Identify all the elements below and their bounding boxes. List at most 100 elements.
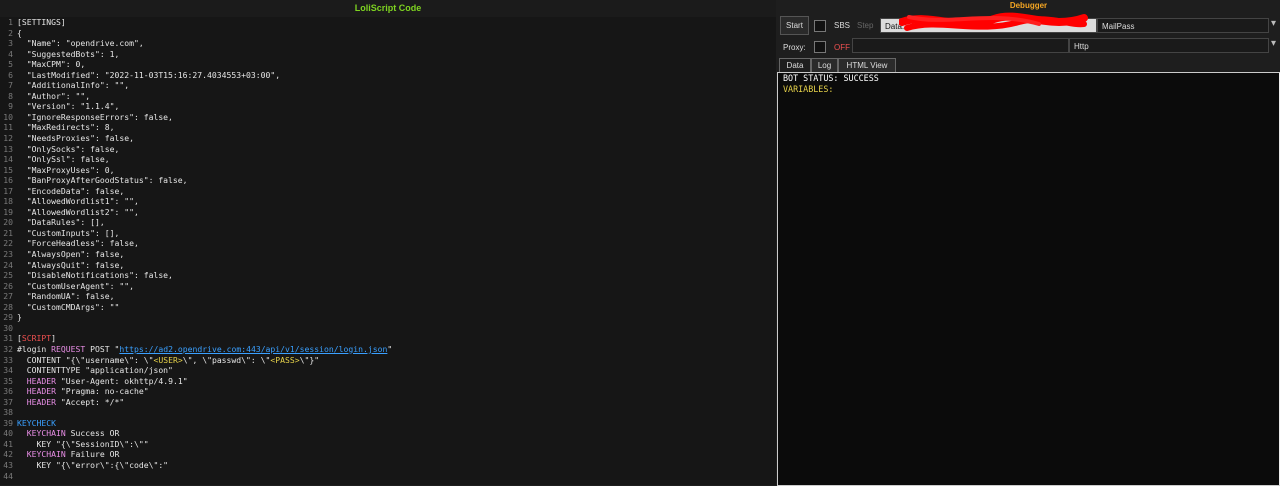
code-token: "MaxProxyUses": 0,	[17, 164, 115, 175]
code-token: "AlwaysOpen": false,	[17, 249, 125, 260]
line-number: 24	[3, 259, 13, 270]
line-number: 16	[3, 175, 13, 186]
code-line: 44	[0, 471, 776, 482]
proxy-type-select[interactable]: Http	[1069, 38, 1269, 53]
code-token: CONTENT "{\"username\": \"	[17, 354, 154, 365]
line-number: 22	[3, 238, 13, 249]
code-line: 28 "CustomCMDArgs": ""	[0, 302, 776, 313]
line-number: 44	[3, 470, 13, 481]
sbs-label: SBS	[834, 21, 851, 30]
code-line: 36 HEADER "Pragma: no-cache"	[0, 386, 776, 397]
code-line: 43 KEY "{\"error\":{\"code\":"	[0, 460, 776, 471]
line-number: 39	[3, 417, 13, 428]
wordlist-type-select[interactable]: MailPass	[1097, 18, 1269, 33]
code-line: 34 CONTENTTYPE "application/json"	[0, 365, 776, 376]
tab-data[interactable]: Data	[779, 58, 811, 72]
line-number: 1	[8, 17, 13, 27]
line-number: 27	[3, 291, 13, 302]
debugger-output[interactable]: BOT STATUS: SUCCESS VARIABLES:	[777, 72, 1280, 486]
code-line: 32 #login REQUEST POST "https://ad2.opend…	[0, 344, 776, 355]
line-number: 42	[3, 449, 13, 460]
code-token: "Accept: */*"	[56, 396, 125, 407]
code-token: KEY "{\"SessionID\":\""	[17, 438, 149, 449]
code-token: "CustomUserAgent": "",	[17, 280, 134, 291]
code-line: 16 "BanProxyAfterGoodStatus": false,	[0, 175, 776, 186]
proxy-type-chevron-icon[interactable]: ▾	[1271, 38, 1276, 49]
proxy-checkbox[interactable]	[814, 41, 826, 53]
code-line: 6 "LastModified": "2022-11-03T15:16:27.4…	[0, 70, 776, 81]
code-token: "EncodeData": false,	[17, 185, 125, 196]
line-number: 2	[8, 27, 13, 38]
code-token: "RandomUA": false,	[17, 291, 115, 302]
line-number: 41	[3, 438, 13, 449]
code-token: "DisableNotifications": false,	[17, 270, 173, 281]
code-token: "SuggestedBots": 1,	[17, 48, 120, 59]
code-token: "MaxRedirects": 8,	[17, 122, 115, 133]
proxy-label: Proxy:	[783, 43, 806, 52]
proxy-input[interactable]	[852, 38, 1069, 53]
code-line: 27 "RandomUA": false,	[0, 291, 776, 302]
line-number: 35	[3, 375, 13, 386]
code-token: "Pragma: no-cache"	[56, 386, 149, 397]
line-number: 21	[3, 227, 13, 238]
code-token[interactable]: https://ad2.opendrive.com:443/api/v1/ses…	[119, 344, 387, 354]
line-number: 20	[3, 217, 13, 228]
line-number: 6	[8, 69, 13, 80]
code-token: REQUEST	[51, 343, 86, 354]
code-token: KEYCHAIN	[26, 449, 66, 460]
line-number: 15	[3, 164, 13, 175]
tab-html-view[interactable]: HTML View	[838, 58, 896, 72]
data-input[interactable]: Data:	[880, 12, 1097, 33]
line-number: 34	[3, 365, 13, 376]
code-token: POST "	[85, 343, 120, 354]
code-line: 13 "OnlySocks": false,	[0, 144, 776, 155]
code-line: 22 "ForceHeadless": false,	[0, 238, 776, 249]
code-line: 20 "DataRules": [],	[0, 217, 776, 228]
code-line: 39 KEYCHECK	[0, 418, 776, 429]
code-line: 33 CONTENT "{\"username\": \"<USER>\", \…	[0, 355, 776, 366]
line-number: 43	[3, 459, 13, 470]
wordlist-type-chevron-icon[interactable]: ▾	[1271, 18, 1276, 29]
code-token: KEY "{\"error\":{\"code\":"	[17, 459, 169, 470]
code-token: "BanProxyAfterGoodStatus": false,	[17, 175, 188, 186]
loliscript-editor-panel: LoliScript Code 1 [SETTINGS] 2{3 "Name": "…	[0, 0, 776, 485]
code-line: 25 "DisableNotifications": false,	[0, 270, 776, 281]
line-number: 32	[3, 343, 13, 354]
proxy-state: OFF	[834, 43, 850, 52]
code-token: "OnlySocks": false,	[17, 143, 120, 154]
code-token: }	[17, 312, 22, 323]
step-button[interactable]: Step	[857, 21, 873, 30]
code-line: 26 "CustomUserAgent": "",	[0, 281, 776, 292]
code-token: HEADER	[26, 375, 56, 386]
code-line: 41 KEY "{\"SessionID\":\""	[0, 439, 776, 450]
line-number: 4	[8, 48, 13, 59]
code-token: "NeedsProxies": false,	[17, 133, 134, 144]
sbs-checkbox[interactable]	[814, 20, 826, 32]
code-token: Success OR	[65, 428, 120, 439]
line-number: 8	[8, 90, 13, 101]
line-number: 23	[3, 249, 13, 260]
code-token: <PASS>	[270, 354, 300, 365]
code-token: KEYCHAIN	[26, 428, 66, 439]
code-line: 17 "EncodeData": false,	[0, 186, 776, 197]
code-token: "IgnoreResponseErrors": false,	[17, 111, 173, 122]
tab-log[interactable]: Log	[811, 58, 838, 72]
code-line: 38	[0, 407, 776, 418]
line-number: 14	[3, 154, 13, 165]
line-number: 9	[8, 101, 13, 112]
line-number: 19	[3, 206, 13, 217]
code-line: 37 HEADER "Accept: */*"	[0, 397, 776, 408]
line-number: 18	[3, 196, 13, 207]
code-editor[interactable]: 1 [SETTINGS] 2{3 "Name": "opendrive.com", 4…	[0, 17, 776, 485]
code-line: 31 [SCRIPT]	[0, 333, 776, 344]
line-number: 25	[3, 270, 13, 281]
code-token: "Name": "opendrive.com",	[17, 38, 144, 49]
code-token: \"}"	[299, 354, 320, 365]
line-number: 7	[8, 80, 13, 91]
code-token: "ForceHeadless": false,	[17, 238, 139, 249]
code-line: 21 "CustomInputs": [],	[0, 228, 776, 239]
start-button[interactable]: Start	[780, 16, 809, 35]
code-token: #login	[17, 343, 52, 354]
